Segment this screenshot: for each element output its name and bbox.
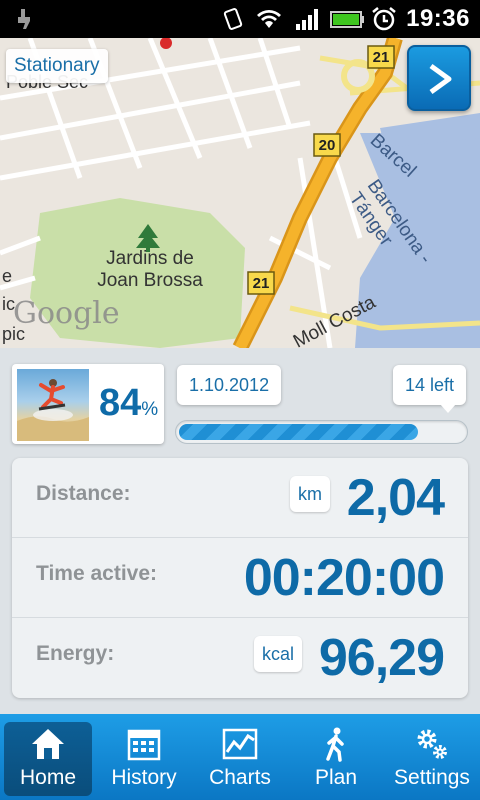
road-marker-1: 21	[373, 49, 390, 66]
usb-debug-icon	[18, 9, 30, 29]
bottom-navigation: Home History Charts Plan Settings	[0, 714, 480, 800]
nav-home[interactable]: Home	[4, 722, 92, 796]
distance-unit-toggle[interactable]: km	[290, 476, 330, 512]
distance-row: Distance: km 2,04	[12, 458, 468, 538]
nav-history[interactable]: History	[96, 714, 192, 800]
nav-settings[interactable]: Settings	[384, 714, 480, 800]
nav-home-label: Home	[19, 766, 77, 789]
time-value: 00:20:00	[243, 549, 445, 607]
map-view[interactable]: 21 20 21 Poble Sec Barcel Barcelona - Tá…	[0, 38, 480, 348]
google-attribution: Google	[13, 296, 120, 331]
start-button[interactable]	[407, 45, 471, 111]
chart-icon	[222, 728, 258, 760]
activity-photo	[17, 369, 89, 441]
nav-plan[interactable]: Plan	[288, 714, 384, 800]
wifi-icon	[257, 10, 281, 29]
goal-progress-bar	[175, 420, 468, 444]
road-marker-3: 21	[253, 275, 270, 292]
nav-history-label: History	[111, 766, 177, 789]
daily-goal-card[interactable]: 84%	[12, 364, 164, 444]
alarm-icon	[372, 7, 396, 31]
nav-plan-label: Plan	[314, 766, 358, 789]
status-bar: 19:36	[0, 0, 480, 38]
energy-unit-toggle[interactable]: kcal	[254, 636, 303, 672]
energy-label: Energy:	[36, 642, 115, 665]
calendar-icon	[127, 729, 161, 761]
signal-icon	[296, 9, 318, 30]
nav-charts-label: Charts	[209, 766, 271, 789]
distance-label: Distance:	[36, 482, 131, 505]
distance-value: 2,04	[346, 469, 445, 527]
park-label: Jardins de Joan Brossa	[97, 248, 203, 291]
mode-badge: Stationary	[6, 49, 108, 83]
home-icon	[32, 729, 64, 759]
stats-card: Distance: km 2,04 Time active: 00:20:00 …	[12, 458, 468, 698]
energy-value: 96,29	[318, 629, 445, 687]
remaining-label: 14 left	[392, 365, 466, 413]
time-label: Time active:	[36, 562, 158, 585]
time-row: Time active: 00:20:00	[12, 538, 468, 618]
battery-icon	[330, 11, 364, 28]
road-marker-2: 20	[319, 137, 336, 154]
clock: 19:36	[406, 5, 470, 32]
goal-progress-fill	[179, 424, 418, 440]
activity-panel: 84% 1.10.2012 14 left Distance: km 2,04 …	[0, 348, 480, 714]
gears-icon	[417, 729, 447, 759]
play-arrow-icon	[429, 63, 452, 95]
nav-charts[interactable]: Charts	[192, 714, 288, 800]
walker-icon	[326, 727, 344, 762]
nav-settings-label: Settings	[394, 766, 470, 789]
edge-label-1: e	[2, 266, 13, 286]
energy-row: Energy: kcal 96,29	[12, 618, 468, 698]
date-label: 1.10.2012	[177, 365, 282, 405]
vibrate-icon	[223, 8, 243, 30]
goal-percent: 84%	[99, 382, 159, 424]
